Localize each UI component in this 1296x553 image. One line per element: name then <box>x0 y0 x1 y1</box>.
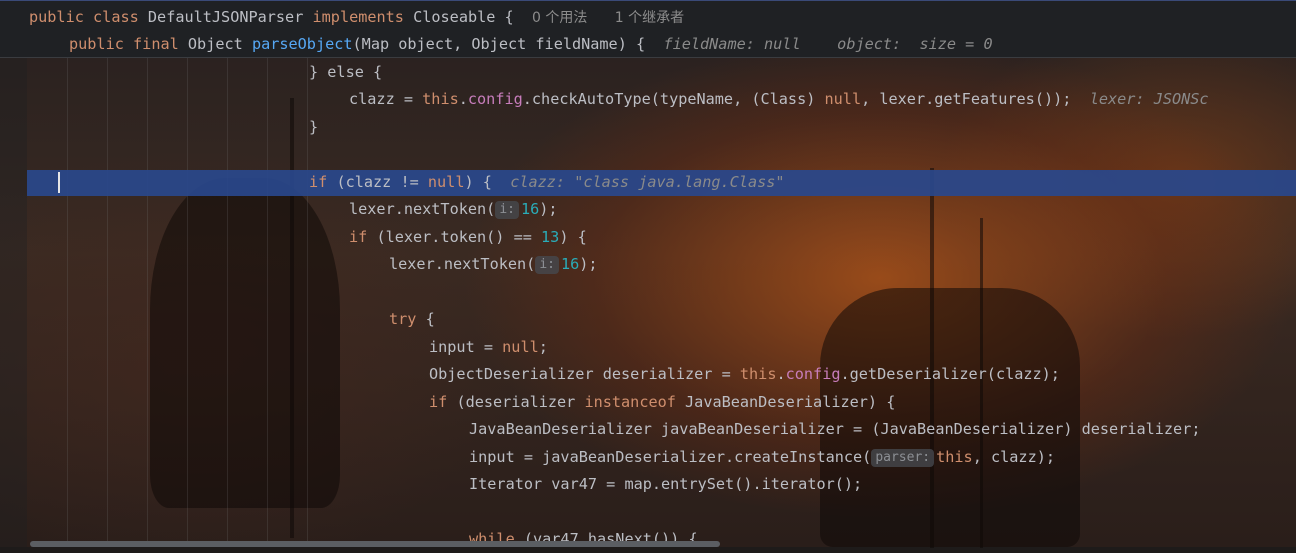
code-text: { <box>416 310 435 328</box>
code-line[interactable]: lexer.nextToken(i: 16); <box>349 196 558 223</box>
code-line[interactable]: if (lexer.token() == 13) { <box>349 224 587 251</box>
code-text: (deserializer <box>447 393 585 411</box>
code-line[interactable]: input = javaBeanDeserializer.createInsta… <box>469 444 1055 471</box>
sticky-scroll-header[interactable]: public class DefaultJSONParser implement… <box>0 0 1296 58</box>
code-text: input = javaBeanDeserializer.createInsta… <box>469 448 872 466</box>
keyword: this <box>739 365 777 383</box>
horizontal-scrollbar[interactable] <box>30 541 720 547</box>
editor-gutter[interactable] <box>0 58 27 547</box>
mast <box>930 168 934 548</box>
code-line[interactable]: lexer.nextToken(i: 16); <box>389 251 598 278</box>
sticky-method-line[interactable]: public final Object parseObject(Map obje… <box>69 31 993 58</box>
keyword: if <box>349 228 368 246</box>
code-text: JavaBeanDeserializer javaBeanDeserialize… <box>469 420 1201 438</box>
inheritors-link[interactable]: 1 个继承者 <box>615 10 684 26</box>
code-line[interactable]: } else { <box>309 59 382 86</box>
keyword: public <box>69 35 124 53</box>
usages-link[interactable]: 0 个用法 <box>532 10 587 26</box>
number-literal: 16 <box>520 200 540 218</box>
code-text: JavaBeanDeserializer) { <box>675 393 896 411</box>
keyword: try <box>389 310 417 328</box>
parameter-hint: i: <box>535 256 559 274</box>
return-type: Object <box>187 35 243 53</box>
keyword: implements <box>312 8 404 26</box>
code-line[interactable]: while (var47.hasNext()) { <box>469 526 698 553</box>
debug-inline-value: object: size = 0 <box>837 35 993 53</box>
code-text: .getDeserializer(clazz); <box>840 365 1060 383</box>
text-caret <box>58 172 60 193</box>
field-ref: config <box>467 90 523 108</box>
debug-inline-value: clazz: "class java.lang.Class" <box>510 173 785 191</box>
code-text: , clazz); <box>972 448 1055 466</box>
keyword: null <box>824 90 862 108</box>
code-text: (clazz != <box>327 173 428 191</box>
parameter-hint: i: <box>495 201 519 219</box>
method-params: (Map object, Object fieldName) { <box>352 35 646 53</box>
keyword: final <box>133 35 179 53</box>
interface-name: Closeable { <box>413 8 514 26</box>
indent-guide <box>107 58 108 547</box>
debug-inline-value: fieldName: null <box>663 35 801 53</box>
code-text: ) { <box>464 173 492 191</box>
code-text: (lexer.token() == <box>367 228 542 246</box>
keyword: this <box>936 448 973 466</box>
code-text: . <box>458 90 468 108</box>
code-text: } else { <box>309 63 383 81</box>
indent-guide <box>267 58 268 547</box>
method-name: parseObject <box>251 35 353 53</box>
indent-guide <box>307 58 308 547</box>
code-line[interactable]: JavaBeanDeserializer javaBeanDeserialize… <box>469 416 1201 443</box>
code-text: . <box>776 365 786 383</box>
code-text: clazz = <box>349 90 423 108</box>
field-ref: config <box>785 365 841 383</box>
keyword: class <box>93 8 139 26</box>
indent-guide <box>147 58 148 547</box>
code-text: , lexer.getFeatures()); <box>861 90 1072 108</box>
code-line[interactable]: ObjectDeserializer deserializer = this.c… <box>429 361 1060 388</box>
number-literal: 16 <box>560 255 580 273</box>
code-line[interactable]: input = null; <box>429 334 548 361</box>
code-text: } <box>309 118 319 136</box>
code-text: input = <box>429 338 503 356</box>
code-text: .checkAutoType(typeName, (Class) <box>522 90 825 108</box>
debug-inline-value: lexer: JSONSc <box>1089 90 1209 108</box>
sticky-class-line[interactable]: public class DefaultJSONParser implement… <box>29 4 684 31</box>
code-line[interactable]: try { <box>389 306 435 333</box>
code-text: ); <box>539 200 558 218</box>
code-line[interactable]: Iterator var47 = map.entrySet().iterator… <box>469 471 862 498</box>
indent-guide <box>67 58 68 547</box>
parameter-hint: parser: <box>871 449 935 467</box>
code-text: lexer.nextToken( <box>389 255 536 273</box>
keyword: null <box>502 338 539 356</box>
code-text: ) { <box>559 228 587 246</box>
code-text: lexer.nextToken( <box>349 200 496 218</box>
number-literal: 13 <box>541 228 560 246</box>
indent-guide <box>227 58 228 547</box>
code-text: ; <box>538 338 548 356</box>
keyword: if <box>429 393 448 411</box>
code-text: ObjectDeserializer deserializer = <box>429 365 740 383</box>
code-line[interactable]: clazz = this.config.checkAutoType(typeNa… <box>349 86 1209 113</box>
mast <box>290 98 294 538</box>
keyword: if <box>309 173 328 191</box>
code-line[interactable]: if (deserializer instanceof JavaBeanDese… <box>429 389 895 416</box>
execution-line[interactable]: if (clazz != null) { clazz: "class java.… <box>309 169 785 196</box>
ship-silhouette <box>150 178 340 508</box>
code-text: Iterator var47 = map.entrySet().iterator… <box>469 475 863 493</box>
class-name: DefaultJSONParser <box>147 8 304 26</box>
keyword: null <box>427 173 465 191</box>
keyword: instanceof <box>584 393 676 411</box>
code-line[interactable]: } <box>309 114 318 141</box>
keyword: this <box>422 90 459 108</box>
keyword: public <box>29 8 84 26</box>
indent-guide <box>187 58 188 547</box>
code-text: ); <box>579 255 598 273</box>
